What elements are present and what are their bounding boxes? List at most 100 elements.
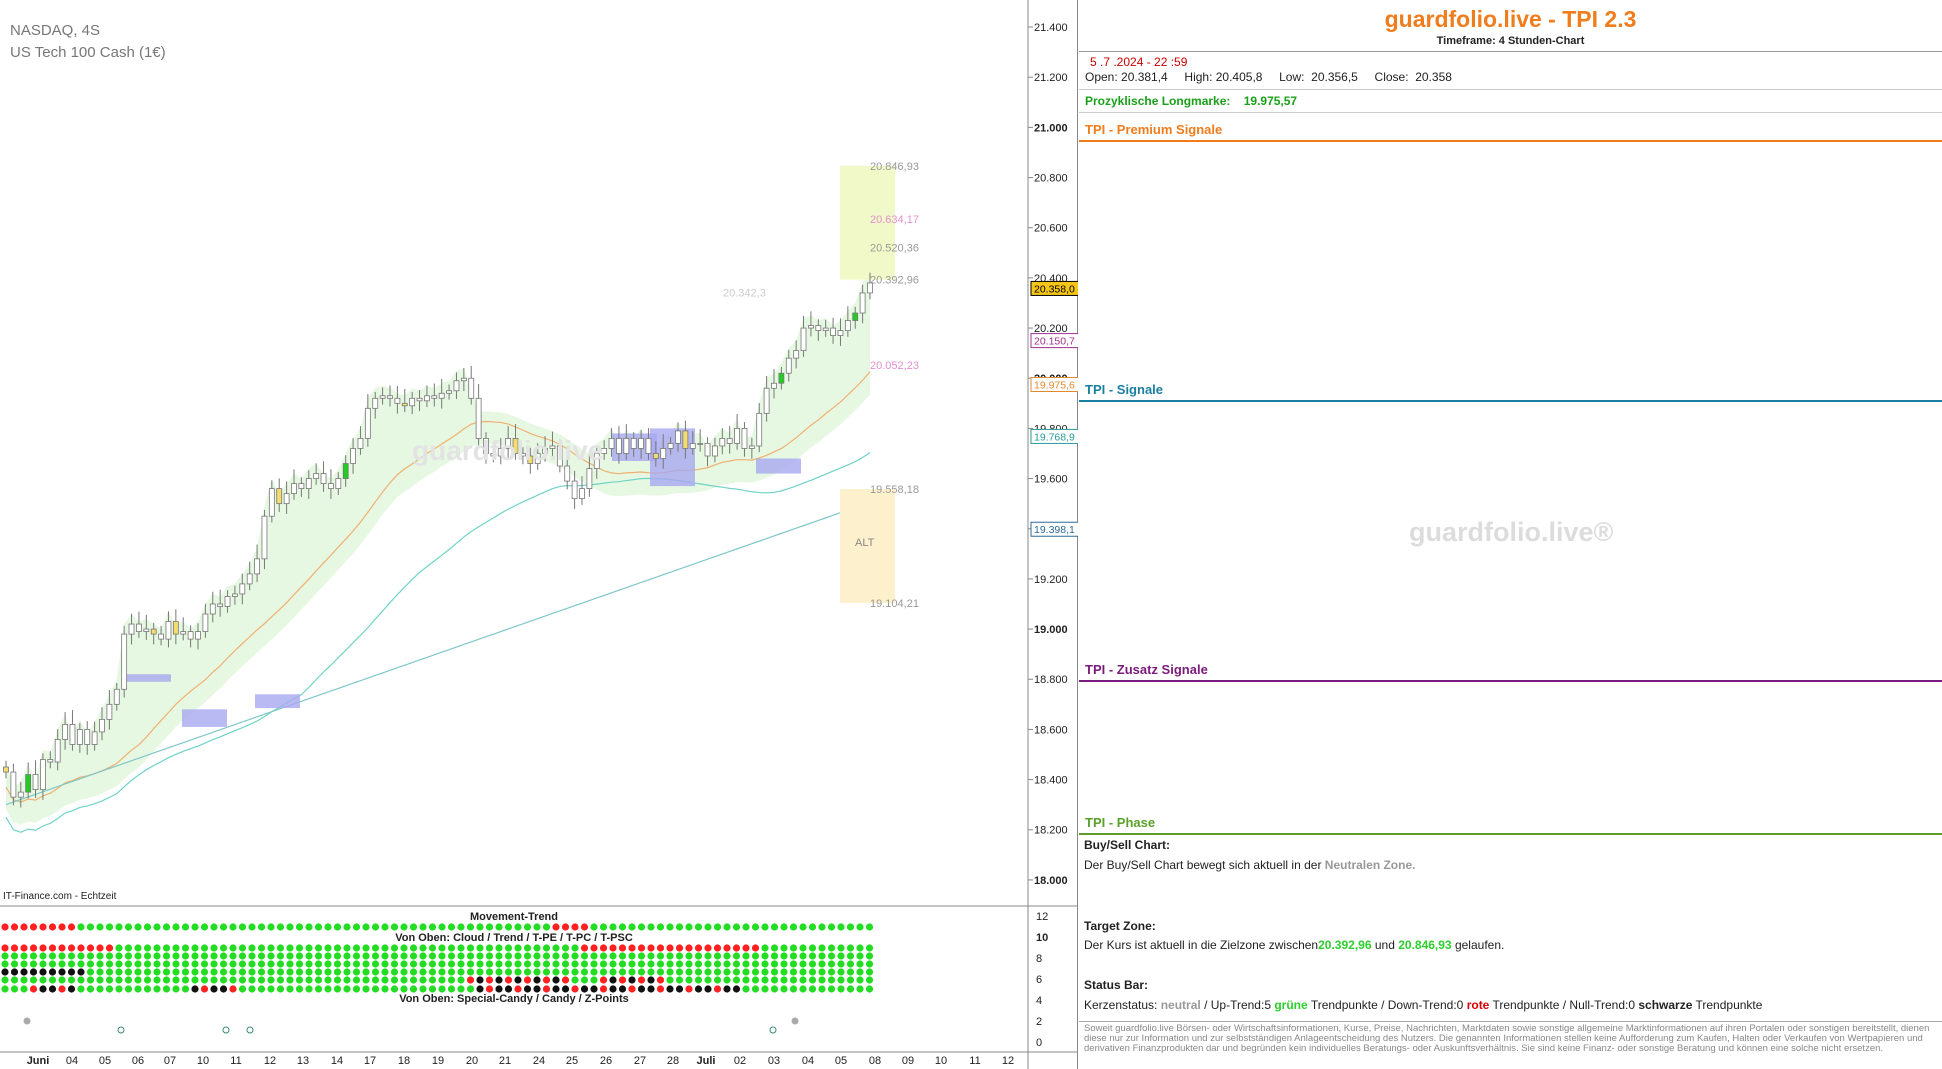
trend-dot — [618, 960, 627, 968]
trend-dot — [514, 985, 522, 993]
trend-dot — [105, 976, 114, 984]
trend-dot — [770, 944, 779, 952]
trend-dot — [428, 968, 437, 976]
z-point — [246, 1026, 254, 1034]
trend-dot — [400, 976, 408, 984]
support-box — [255, 694, 300, 709]
trend-dot — [789, 976, 798, 984]
candle-body — [128, 623, 135, 635]
z-point — [222, 1026, 230, 1034]
trend-dot — [808, 985, 817, 993]
trend-dot — [789, 968, 798, 976]
trend-dot — [352, 952, 361, 960]
trend-dot — [333, 952, 342, 960]
trend-dot — [428, 923, 437, 931]
trend-dot — [485, 944, 494, 952]
trend-dot — [124, 952, 133, 960]
trend-dot — [162, 976, 171, 984]
trend-dot — [248, 976, 256, 984]
candle-body — [726, 438, 733, 444]
trend-dot — [637, 976, 646, 984]
trend-dot — [390, 944, 399, 952]
trend-dot — [447, 923, 456, 931]
trend-dot — [153, 923, 161, 931]
trend-dot — [229, 985, 237, 993]
trend-dot — [267, 976, 275, 984]
trend-dot — [675, 985, 684, 993]
trend-dot — [86, 985, 95, 993]
trend-dot — [419, 952, 427, 960]
candle-body — [158, 633, 164, 640]
trend-dot — [362, 976, 370, 984]
trend-dot — [818, 944, 826, 952]
trend-dot — [542, 944, 551, 952]
trend-dot — [647, 952, 655, 960]
trend-dot — [134, 968, 142, 976]
premium-line — [1079, 140, 1942, 142]
trend-dot — [238, 923, 247, 931]
trend-dot — [808, 944, 817, 952]
trend-dot — [808, 976, 817, 984]
price-chart[interactable]: 21.40021.20021.00020.80020.60020.40020.2… — [0, 0, 1078, 1069]
trend-dot — [447, 976, 456, 984]
trend-dot — [732, 968, 741, 976]
trend-dot — [761, 976, 769, 984]
trend-dot — [67, 960, 76, 968]
trend-dot — [352, 968, 361, 976]
trend-dot — [200, 923, 209, 931]
trend-dot — [1, 960, 9, 968]
trend-dot — [39, 952, 47, 960]
trend-dot — [476, 985, 484, 993]
candle-body — [387, 395, 393, 399]
trend-dot — [324, 960, 332, 968]
candle-body — [298, 483, 305, 490]
trend-dot — [286, 968, 294, 976]
trend-dot — [58, 923, 66, 931]
trend-dot — [466, 952, 475, 960]
trend-dot — [846, 944, 855, 952]
trend-dot — [666, 985, 674, 993]
x-tick-label: 09 — [902, 1055, 914, 1067]
candle-body — [431, 395, 438, 399]
trend-dot — [96, 968, 104, 976]
trend-dot — [799, 944, 807, 952]
symbol-label: NASDAQ, 4S — [10, 22, 101, 39]
trend-dot — [485, 960, 494, 968]
trend-dot — [837, 944, 845, 952]
trend-dot — [324, 968, 332, 976]
trend-dot — [533, 968, 541, 976]
trend-dot — [181, 923, 190, 931]
chart-area[interactable]: 21.400 21.200 21.000 20.800 20.600 20.400 20.2… — [0, 0, 1078, 1069]
x-tick-label: 19 — [432, 1055, 444, 1067]
trend-dot — [134, 985, 142, 993]
trend-dot — [780, 968, 788, 976]
candle-body — [564, 465, 571, 482]
candle-body — [10, 771, 17, 798]
trend-dot — [219, 968, 228, 976]
candle-body — [121, 633, 128, 690]
divider — [1079, 51, 1942, 52]
trend-dot — [865, 960, 874, 968]
trend-dot — [286, 960, 294, 968]
trend-dot — [846, 968, 855, 976]
trend-dot — [561, 923, 570, 931]
section-signale: TPI - Signale — [1085, 382, 1164, 397]
trend-dot — [770, 985, 779, 993]
candle-body — [608, 438, 615, 449]
trend-dot — [39, 968, 47, 976]
candle-body — [305, 478, 312, 490]
trend-dot — [542, 960, 551, 968]
candle-body — [616, 438, 622, 454]
trend-dot — [865, 923, 874, 931]
trend-dot — [495, 985, 503, 993]
trend-dot — [628, 952, 636, 960]
trend-dot — [238, 944, 247, 952]
candle-body — [748, 445, 755, 449]
candle-body — [372, 397, 379, 409]
candle-body — [239, 583, 246, 595]
trend-dot — [143, 968, 152, 976]
trend-dot — [656, 976, 665, 984]
timeframe: Timeframe: 4 Stunden-Chart — [1436, 35, 1585, 47]
trend-dot — [865, 944, 874, 952]
trend-dot — [305, 944, 313, 952]
